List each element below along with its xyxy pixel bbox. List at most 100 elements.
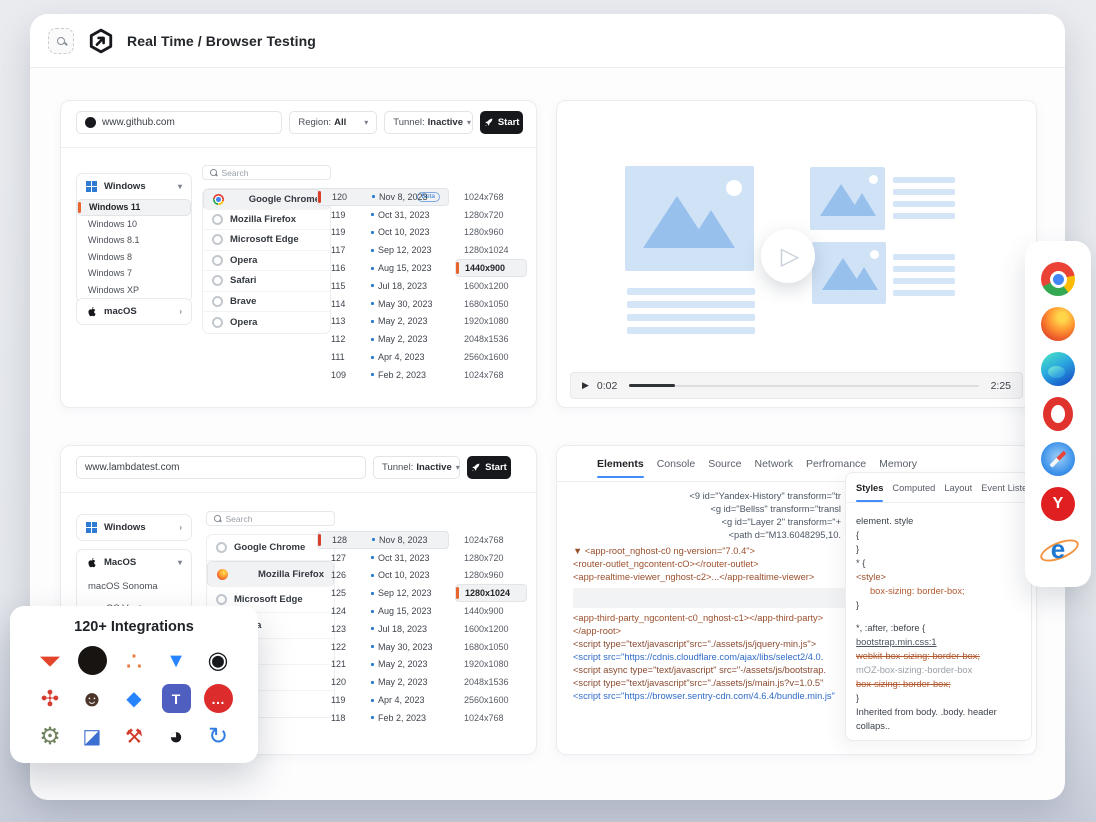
resolution-item[interactable]: 1024x768 xyxy=(455,709,527,727)
url-input[interactable]: www.lambdatest.com xyxy=(76,456,366,479)
search-button[interactable] xyxy=(48,27,74,54)
resolution-item[interactable]: 1024x768 xyxy=(455,531,527,549)
tunnel-select[interactable]: Tunnel: Inactive ▾ xyxy=(373,456,460,479)
version-item[interactable]: 118 Feb 2, 2023 xyxy=(317,709,449,727)
os-version-item[interactable]: Windows 11 xyxy=(77,199,191,216)
browser-item[interactable]: Google Chrome xyxy=(203,189,330,210)
tunnel-select[interactable]: Tunnel: Inactive ▾ xyxy=(384,111,474,134)
version-item[interactable]: 116 Aug 15, 2023 xyxy=(317,259,449,277)
internet-explorer-icon[interactable]: e xyxy=(1041,532,1075,566)
browser-item[interactable]: Opera xyxy=(203,312,330,333)
version-item[interactable]: 115 Jul 18, 2023 xyxy=(317,277,449,295)
browser-item[interactable]: Brave xyxy=(203,292,330,312)
version-item[interactable]: 128 Nov 8, 2023 xyxy=(317,531,449,549)
os-group-macos-header[interactable]: macOS › xyxy=(77,299,191,324)
browser-search-input[interactable]: Search xyxy=(206,511,335,526)
browser-item[interactable]: Mozilla Firefox xyxy=(203,210,330,230)
version-item[interactable]: 117 Sep 12, 2023 xyxy=(317,241,449,259)
style-line: *, :after, :before { xyxy=(856,623,926,633)
resolution-item[interactable]: 1280x720 xyxy=(455,206,527,224)
yandex-icon[interactable]: Y xyxy=(1041,487,1075,521)
resolution-item[interactable]: 2048x1536 xyxy=(455,673,527,691)
os-version-item[interactable]: macOS Sonoma xyxy=(77,575,191,597)
os-version-item[interactable]: Windows 8.1 xyxy=(77,232,191,249)
version-item[interactable]: 109 Feb 2, 2023 xyxy=(317,366,449,384)
resolution-item[interactable]: 1440x900 xyxy=(455,259,527,277)
version-item[interactable]: 124 Aug 15, 2023 xyxy=(317,602,449,620)
version-item[interactable]: 113 May 2, 2023 xyxy=(317,313,449,331)
start-button[interactable]: Start xyxy=(480,111,523,134)
styles-tab[interactable]: Computed xyxy=(892,483,935,502)
chevron-right-icon: › xyxy=(179,307,182,316)
resolution-item[interactable]: 1600x1200 xyxy=(455,277,527,295)
edge-icon[interactable] xyxy=(1041,352,1075,386)
chrome-icon[interactable] xyxy=(1041,262,1075,296)
version-item[interactable]: 120 Beta Nov 8, 2023 xyxy=(317,188,449,206)
devtools-tab[interactable]: Source xyxy=(708,458,741,478)
safari-icon[interactable] xyxy=(1041,442,1075,476)
version-item[interactable]: 126 Oct 10, 2023 xyxy=(317,567,449,585)
code-line: <script type="text/javascript"src="./ass… xyxy=(573,678,824,688)
browser-search-input[interactable]: Search xyxy=(202,165,331,180)
resolution-item[interactable]: 2048x1536 xyxy=(455,330,527,348)
os-version-item[interactable]: Windows 8 xyxy=(77,249,191,266)
version-item[interactable]: 122 May 30, 2023 xyxy=(317,638,449,656)
url-input[interactable]: www.github.com xyxy=(76,111,283,134)
seek-bar[interactable] xyxy=(629,384,979,387)
version-item[interactable]: 121 May 2, 2023 xyxy=(317,656,449,674)
browser-item[interactable]: Safari xyxy=(203,271,330,292)
os-group-windows-header[interactable]: Windows › xyxy=(77,515,191,540)
version-item[interactable]: 119 Oct 31, 2023 xyxy=(317,206,449,224)
resolution-item[interactable]: 2560x1600 xyxy=(455,691,527,709)
os-version-item[interactable]: Windows 7 xyxy=(77,265,191,282)
version-item[interactable]: 119 Oct 10, 2023 xyxy=(317,224,449,242)
resolution-item[interactable]: 1280x960 xyxy=(455,224,527,242)
version-item[interactable]: 127 Oct 31, 2023 xyxy=(317,549,449,567)
devtools-tab[interactable]: Elements xyxy=(597,458,644,478)
styles-tab[interactable]: Layout xyxy=(944,483,972,502)
resolution-item[interactable]: 1920x1080 xyxy=(455,313,527,331)
resolution-item[interactable]: 1440x900 xyxy=(455,602,527,620)
page-title: Real Time / Browser Testing xyxy=(127,32,316,49)
firefox-icon[interactable] xyxy=(1041,307,1075,341)
session-config-panel-top: www.github.com Region: All ▾ Tunnel: Inact… xyxy=(60,100,537,408)
styles-tab[interactable]: Styles xyxy=(856,483,884,502)
resolution-item[interactable]: 1680x1050 xyxy=(455,295,527,313)
style-line: } xyxy=(856,693,860,703)
start-button[interactable]: Start xyxy=(467,456,511,479)
resolution-item[interactable]: 1680x1050 xyxy=(455,638,527,656)
resolution-item[interactable]: 1280x960 xyxy=(455,567,527,585)
version-item[interactable]: 119 Apr 4, 2023 xyxy=(317,691,449,709)
browser-item[interactable]: Google Chrome xyxy=(207,535,334,561)
os-group-windows-header[interactable]: Windows ▾ xyxy=(77,174,191,199)
resolution-item[interactable]: 1600x1200 xyxy=(455,620,527,638)
resolution-item[interactable]: 1280x1024 xyxy=(455,241,527,259)
resolution-item[interactable]: 1280x720 xyxy=(455,549,527,567)
browser-item[interactable]: Opera xyxy=(203,251,330,271)
play-button[interactable]: ▷ xyxy=(761,229,815,283)
region-select[interactable]: Region: All ▾ xyxy=(289,111,378,134)
resolution-item[interactable]: 1024x768 xyxy=(455,188,527,206)
version-item[interactable]: 120 May 2, 2023 xyxy=(317,673,449,691)
resolution-item[interactable]: 1024x768 xyxy=(455,366,527,384)
resolution-item[interactable]: 1920x1080 xyxy=(455,656,527,674)
devtools-tab[interactable]: Console xyxy=(657,458,696,478)
rocket-icon xyxy=(484,118,493,127)
resolution-item[interactable]: 1280x1024 xyxy=(455,584,527,603)
os-group-macos-header[interactable]: MacOS ▾ xyxy=(77,550,191,575)
os-version-item[interactable]: Windows 10 xyxy=(77,216,191,233)
devtools-tab[interactable]: Network xyxy=(755,458,794,478)
version-item[interactable]: 125 Sep 12, 2023 xyxy=(317,584,449,602)
version-item[interactable]: 123 Jul 18, 2023 xyxy=(317,620,449,638)
version-item[interactable]: 114 May 30, 2023 xyxy=(317,295,449,313)
code-line: <9 id="Yandex-History" transform="tr xyxy=(689,491,841,501)
version-item[interactable]: 111 Apr 4, 2023 xyxy=(317,348,449,366)
version-item[interactable]: 112 May 2, 2023 xyxy=(317,330,449,348)
browser-item[interactable]: Mozilla Firefox xyxy=(207,561,334,587)
browser-item[interactable]: Microsoft Edge xyxy=(203,230,330,251)
code-line: <g id="Layer 2" transform="+ xyxy=(721,517,841,527)
opera-icon[interactable] xyxy=(1043,397,1073,431)
resolution-item[interactable]: 2560x1600 xyxy=(455,348,527,366)
os-version-item[interactable]: Windows XP xyxy=(77,282,191,299)
player-play-icon[interactable]: ▶ xyxy=(582,380,589,391)
